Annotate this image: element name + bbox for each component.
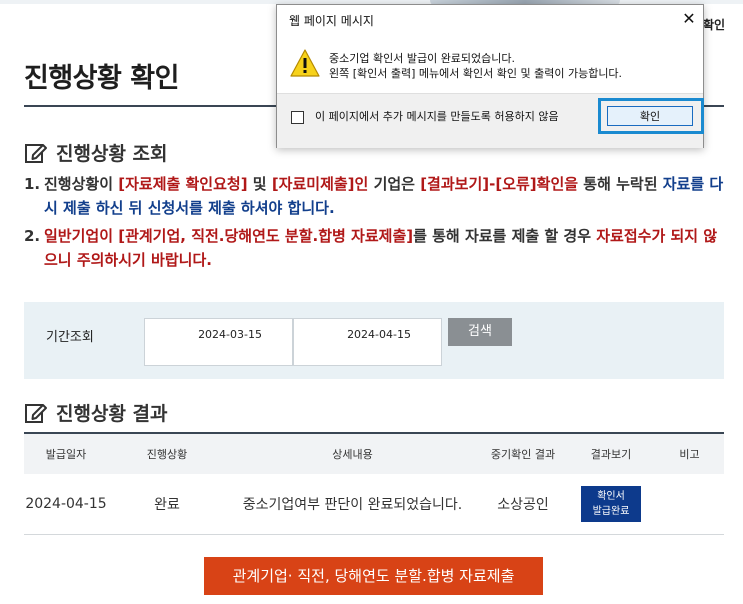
notice-text-part: 일반기업이 [관계기업, 직전.당해연도 분할.합병 자료제출] — [44, 227, 414, 245]
period-filter: 기간조회 2024-03-15 2024-04-15 검색 — [24, 302, 724, 379]
col-detail: 상세내용 — [226, 432, 479, 474]
end-date-value: 2024-04-15 — [347, 328, 411, 341]
start-date-value: 2024-03-15 — [198, 328, 262, 341]
status-query-heading: 진행상황 조회 — [24, 139, 168, 166]
row-remarks — [655, 474, 724, 535]
row-detail: 중소기업여부 판단이 완료되었습니다. — [226, 474, 479, 535]
result-table-header: 발급일자 진행상황 상세내용 중기확인 결과 결과보기 비고 — [24, 432, 724, 474]
start-date-input[interactable]: 2024-03-15 — [144, 318, 293, 366]
dialog-message: 중소기업 확인서 발급이 완료되었습니다. 왼쪽 [확인서 출력] 메뉴에서 확… — [329, 51, 622, 81]
ok-button[interactable]: 확인 — [607, 106, 693, 126]
notice-number: 2. — [24, 227, 41, 245]
edit-icon — [25, 143, 47, 163]
close-icon[interactable]: ✕ — [681, 9, 697, 28]
certificate-button-line2: 발급완료 — [592, 506, 630, 517]
certificate-issued-button[interactable]: 확인서 발급완료 — [581, 486, 641, 522]
notice-text-part: 통해 누락된 — [578, 175, 663, 193]
notice-item: 1. 진행상황이 [자료제출 확인요청] 및 [자료미제출]인 기업은 [결과보기… — [24, 172, 724, 220]
row-status: 완료 — [108, 474, 226, 535]
col-view-result: 결과보기 — [567, 432, 655, 474]
search-button[interactable]: 검색 — [448, 318, 512, 346]
notice-text-part: 기업은 — [368, 175, 421, 193]
row-issue-date: 2024-04-15 — [24, 474, 108, 535]
related-company-submit-button[interactable]: 관계기업· 직전, 당해연도 분할.합병 자료제출 — [204, 557, 543, 595]
notice-text-part: 진행상황이 — [44, 175, 119, 193]
page-title: 진행상황 확인 — [24, 63, 179, 94]
end-date-input[interactable]: 2024-04-15 — [293, 318, 442, 366]
status-query-heading-label: 진행상황 조회 — [56, 143, 168, 165]
col-status: 진행상황 — [108, 432, 226, 474]
edit-icon — [25, 403, 47, 423]
alert-dialog: 웹 페이지 메시지 ✕ 중소기업 확인서 발급이 완료되었습니다. 왼쪽 [확인… — [276, 4, 704, 148]
period-filter-label: 기간조회 — [46, 330, 94, 345]
table-row: 2024-04-15 완료 중소기업여부 판단이 완료되었습니다. 소상공인 확… — [24, 474, 724, 535]
notice-text-part: 를 통해 자료를 제출 할 경우 — [413, 227, 597, 245]
row-view-cell: 확인서 발급완료 — [567, 474, 655, 535]
dialog-message-line2: 왼쪽 [확인서 출력] 메뉴에서 확인서 확인 및 출력이 가능합니다. — [329, 67, 623, 80]
suppress-messages-checkbox[interactable] — [291, 111, 304, 124]
status-result-heading: 진행상황 결과 — [24, 399, 168, 426]
status-result-heading-label: 진행상황 결과 — [56, 403, 168, 425]
dialog-message-line1: 중소기업 확인서 발급이 완료되었습니다. — [329, 52, 516, 65]
notice-list: 1. 진행상황이 [자료제출 확인요청] 및 [자료미제출]인 기업은 [결과보기… — [24, 172, 724, 276]
result-table: 발급일자 진행상황 상세내용 중기확인 결과 결과보기 비고 2024-04-1… — [24, 432, 724, 535]
notice-text-part: [자료제출 확인요청] — [118, 175, 248, 193]
warning-icon — [290, 49, 320, 77]
col-confirm-result: 중기확인 결과 — [479, 432, 567, 474]
dialog-title: 웹 페이지 메시지 — [289, 14, 374, 28]
dialog-footer: 이 페이지에서 추가 메시지를 만들도록 허용하지 않음 확인 — [277, 93, 704, 148]
notice-number: 1. — [24, 175, 41, 193]
col-issue-date: 발급일자 — [24, 432, 108, 474]
col-remarks: 비고 — [655, 432, 724, 474]
row-confirm-result: 소상공인 — [479, 474, 567, 535]
notice-text: 진행상황이 [자료제출 확인요청] 및 [자료미제출]인 기업은 [결과보기]-… — [44, 172, 724, 220]
suppress-messages-label[interactable]: 이 페이지에서 추가 메시지를 만들도록 허용하지 않음 — [315, 109, 585, 124]
notice-item: 2. 일반기업이 [관계기업, 직전.당해연도 분할.합병 자료제출]를 통해 자… — [24, 224, 724, 272]
notice-text-part: [자료미제출]인 — [271, 175, 369, 193]
notice-text: 일반기업이 [관계기업, 직전.당해연도 분할.합병 자료제출]를 통해 자료를… — [44, 224, 724, 272]
certificate-button-line1: 확인서 — [597, 491, 625, 502]
ok-button-focus-ring: 확인 — [598, 98, 704, 134]
notice-text-part: [결과보기]-[오류]확인을 — [420, 175, 579, 193]
header-menu-confirm[interactable]: 확인 — [703, 16, 725, 33]
notice-text-part: 및 — [247, 175, 272, 193]
